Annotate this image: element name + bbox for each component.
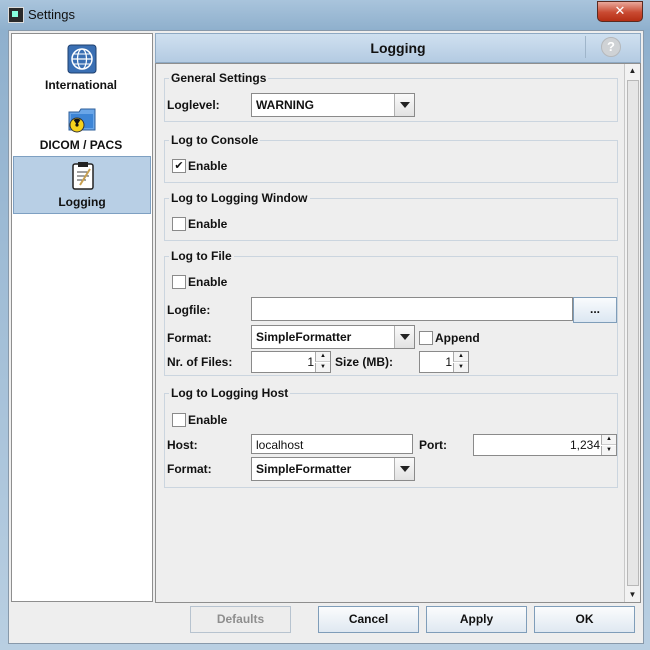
- log-to-host-group: Log to Logging Host Enable Host: localho…: [164, 386, 618, 488]
- apply-button[interactable]: Apply: [426, 606, 527, 633]
- size-mb-spinner[interactable]: 1 ▲ ▼: [419, 351, 469, 373]
- spinner-up-icon[interactable]: ▲: [315, 352, 330, 362]
- nr-of-files-value: 1: [307, 355, 314, 369]
- log-to-file-group: Log to File Enable Logfile: ... Format: …: [164, 249, 618, 376]
- browse-button[interactable]: ...: [573, 297, 617, 323]
- radiation-folder-icon: [68, 108, 96, 133]
- sidebar-item-label: International: [44, 78, 117, 92]
- help-button[interactable]: ?: [585, 36, 636, 58]
- nr-of-files-spinner[interactable]: 1 ▲ ▼: [251, 351, 331, 373]
- window-title: Settings: [28, 7, 75, 22]
- port-spinner[interactable]: 1,234 ▲ ▼: [473, 434, 617, 456]
- window-enable-label: Enable: [188, 217, 228, 231]
- settings-panel: Logging ? General Settings Loglevel: WAR…: [155, 33, 641, 603]
- panel-header: Logging ?: [155, 33, 641, 63]
- port-value: 1,234: [569, 438, 600, 452]
- file-format-label: Format:: [167, 331, 212, 345]
- spinner-down-icon[interactable]: ▼: [601, 446, 616, 455]
- file-format-value: SimpleFormatter: [256, 330, 352, 344]
- category-sidebar: International DICOM / PACS Logging: [11, 33, 153, 602]
- sidebar-item-label: Logging: [58, 195, 106, 209]
- title-bar[interactable]: Settings ✕: [0, 0, 650, 30]
- host-enable-checkbox[interactable]: [172, 413, 186, 427]
- spinner-up-icon[interactable]: ▲: [601, 435, 616, 445]
- file-format-select[interactable]: SimpleFormatter: [251, 325, 415, 349]
- spinner-down-icon[interactable]: ▼: [315, 363, 330, 372]
- app-icon: [8, 7, 24, 23]
- chevron-down-icon[interactable]: [394, 326, 414, 348]
- sidebar-item-international[interactable]: International: [13, 40, 149, 96]
- chevron-down-icon[interactable]: [394, 458, 414, 480]
- scroll-down-icon[interactable]: ▼: [625, 588, 640, 602]
- settings-window: Settings ✕ International DICOM / PACS Lo…: [0, 0, 650, 650]
- clipboard-icon: [72, 162, 94, 190]
- client-area: International DICOM / PACS Logging Loggi…: [8, 30, 644, 644]
- log-to-console-group: Log to Console ✔ Enable: [164, 133, 618, 183]
- close-button[interactable]: ✕: [597, 1, 643, 22]
- globe-icon: [67, 44, 97, 74]
- loglevel-value: WARNING: [256, 98, 314, 112]
- group-legend: Log to File: [169, 249, 234, 263]
- group-legend: Log to Logging Window: [169, 191, 310, 205]
- chevron-down-icon[interactable]: [394, 94, 414, 116]
- vertical-scrollbar[interactable]: ▲ ▼: [624, 64, 640, 602]
- spinner-down-icon[interactable]: ▼: [453, 363, 468, 372]
- file-enable-checkbox[interactable]: [172, 275, 186, 289]
- group-legend: Log to Console: [169, 133, 261, 147]
- nr-of-files-label: Nr. of Files:: [167, 355, 233, 369]
- loglevel-select[interactable]: WARNING: [251, 93, 415, 117]
- logfile-label: Logfile:: [167, 303, 211, 317]
- cancel-button[interactable]: Cancel: [318, 606, 419, 633]
- size-mb-label: Size (MB):: [335, 355, 393, 369]
- host-enable-label: Enable: [188, 413, 228, 427]
- window-enable-checkbox[interactable]: [172, 217, 186, 231]
- host-format-select[interactable]: SimpleFormatter: [251, 457, 415, 481]
- append-label: Append: [435, 331, 480, 345]
- append-checkbox[interactable]: [419, 331, 433, 345]
- page-title: Logging: [370, 40, 426, 56]
- help-icon: ?: [601, 37, 621, 57]
- sidebar-item-dicom-pacs[interactable]: DICOM / PACS: [13, 100, 149, 156]
- host-format-value: SimpleFormatter: [256, 462, 352, 476]
- spinner-up-icon[interactable]: ▲: [453, 352, 468, 362]
- host-format-label: Format:: [167, 462, 212, 476]
- ok-button[interactable]: OK: [534, 606, 635, 633]
- file-enable-label: Enable: [188, 275, 228, 289]
- logfile-input[interactable]: [251, 297, 573, 321]
- log-to-window-group: Log to Logging Window Enable: [164, 191, 618, 241]
- scroll-up-icon[interactable]: ▲: [625, 64, 640, 78]
- defaults-button[interactable]: Defaults: [190, 606, 291, 633]
- host-label: Host:: [167, 438, 198, 452]
- sidebar-item-label: DICOM / PACS: [39, 138, 123, 152]
- host-input[interactable]: localhost: [251, 434, 413, 454]
- port-label: Port:: [419, 438, 447, 452]
- scroll-thumb[interactable]: [627, 80, 639, 586]
- console-enable-checkbox[interactable]: ✔: [172, 159, 186, 173]
- settings-scroll-pane[interactable]: General Settings Loglevel: WARNING Log t…: [155, 63, 641, 603]
- group-legend: Log to Logging Host: [169, 386, 291, 400]
- loglevel-label: Loglevel:: [167, 98, 220, 112]
- console-enable-label: Enable: [188, 159, 228, 173]
- general-settings-group: General Settings Loglevel: WARNING: [164, 71, 618, 122]
- group-legend: General Settings: [169, 71, 269, 85]
- size-mb-value: 1: [445, 355, 452, 369]
- sidebar-item-logging[interactable]: Logging: [13, 156, 151, 214]
